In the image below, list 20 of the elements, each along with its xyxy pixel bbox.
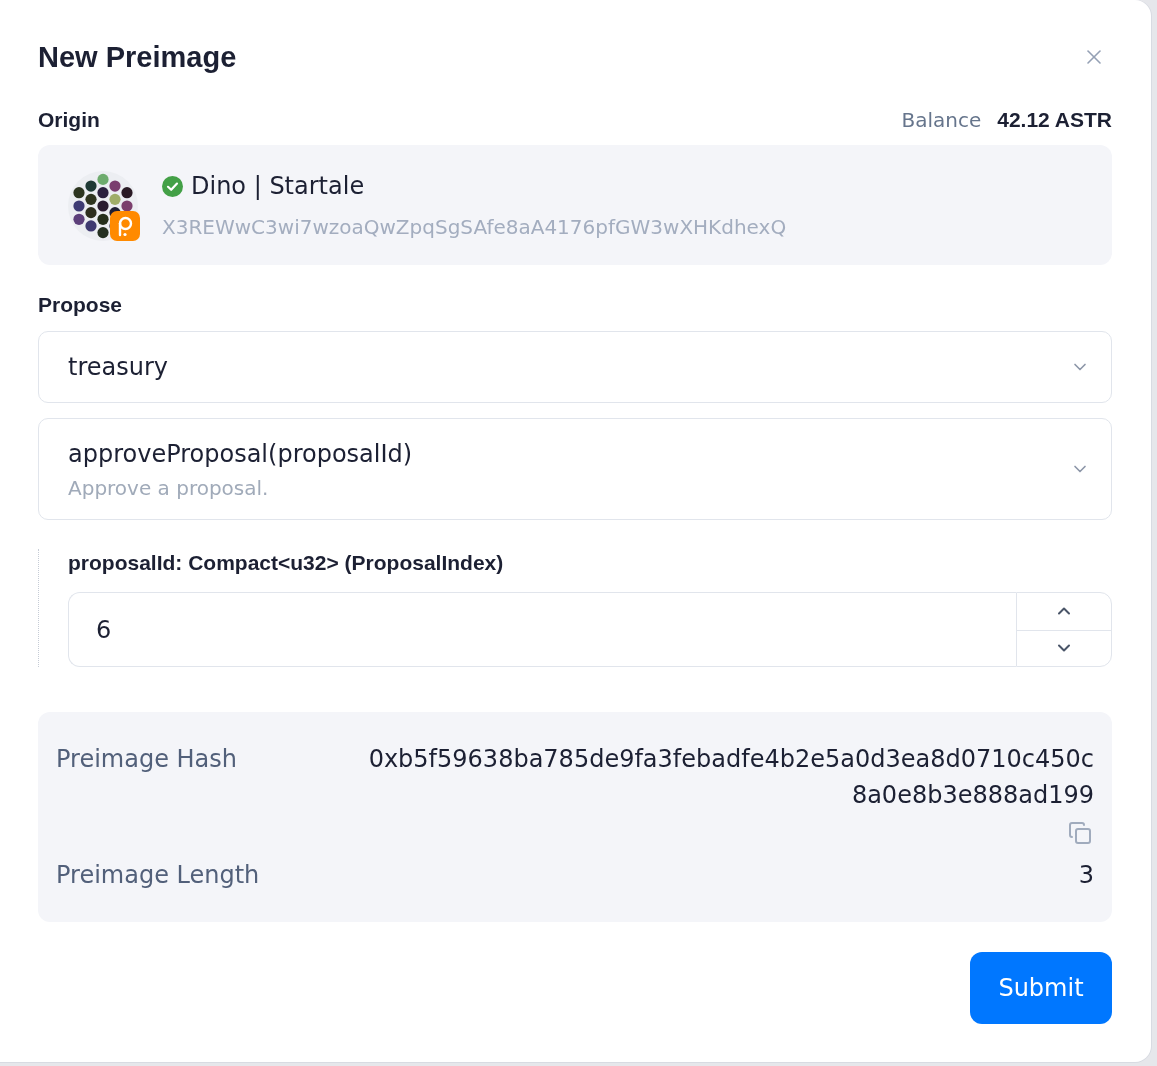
origin-label: Origin [38,108,100,132]
account-name: Dino | Startale [191,171,365,201]
account-address: X3REWwC3wi7wzoaQwZpqSgSAfe8aA4176pfGW3wXHKdhexQ [162,215,787,239]
dialog-title: New Preimage [38,40,237,74]
copy-button[interactable] [1068,821,1092,845]
info-label: Preimage Length [56,860,260,891]
call-dropdown[interactable]: approveProposal(proposalId) Approve a proposal. [38,418,1112,520]
info-label: Preimage Hash [56,744,237,775]
balance-value: 42.12 ASTR [997,108,1112,132]
balance-label: Balance [901,108,982,132]
account-card[interactable]: Dino | Startale X3REWwC3wi7wzoaQwZpqSgSAfe8aA4176pfGW3wXHKdhexQ [38,145,1112,265]
network-badge-icon [110,211,140,241]
submit-button[interactable]: Submit [970,952,1112,1024]
info-value: 0xb5f59638ba785de9fa3febadfe4b2e5a0d3ea8d0710c450c8a0e8b3e888ad199 [367,744,1094,811]
copy-icon [1068,821,1092,845]
info-value: 3 [1078,860,1094,891]
number-input[interactable]: 6 [68,592,1016,667]
pallet-dropdown[interactable]: treasury [38,331,1112,403]
param-label: proposalId: Compact<u32> (ProposalIndex) [68,550,504,576]
propose-label: Propose [38,293,123,317]
